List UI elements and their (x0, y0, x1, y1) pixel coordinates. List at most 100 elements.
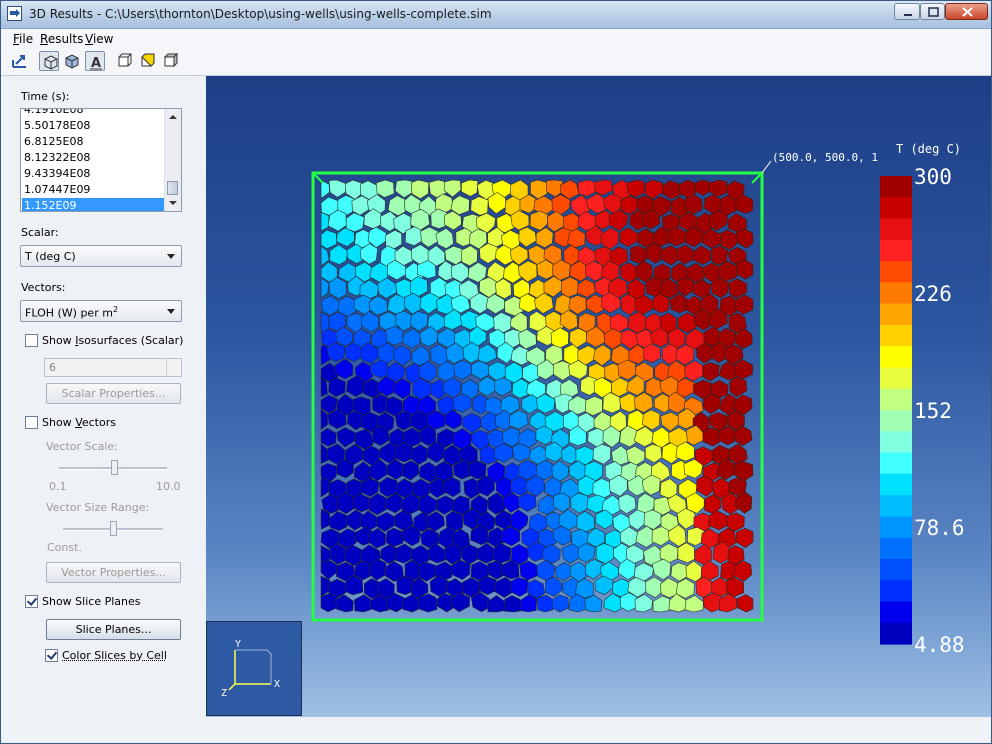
vector-size-range-label: Vector Size Range: (46, 501, 150, 514)
show-isosurfaces-checkbox[interactable] (25, 334, 38, 347)
mesh-cell (577, 543, 596, 563)
vectors-select-value: FLOH (W) per m2 (25, 305, 119, 320)
close-icon (962, 7, 973, 17)
time-list-item[interactable]: 5.50178E08 (22, 118, 166, 134)
time-list[interactable]: 4.1910E08 5.50178E08 6.8125E08 8.12322E08 9.… (20, 108, 182, 212)
view-front-icon (118, 53, 132, 67)
vectors-select[interactable]: FLOH (W) per m2 (20, 300, 182, 322)
minimize-button[interactable] (894, 3, 920, 20)
show-vectors-label: Show Vectors (42, 416, 116, 429)
time-list-item[interactable]: 6.8125E08 (22, 134, 166, 150)
mesh-cell (585, 395, 603, 417)
view-side-button[interactable] (138, 51, 158, 71)
mesh-cell (585, 559, 603, 580)
mesh-cell (644, 443, 663, 464)
title-bar[interactable]: 3D Results - C:\Users\thornton\Desktop\u… (1, 1, 991, 29)
mesh-cell (618, 493, 637, 515)
scalar-properties-button[interactable]: Scalar Properties... (46, 383, 181, 404)
scroll-thumb[interactable] (167, 181, 178, 195)
toolbar: A (1, 48, 991, 76)
view-front-button[interactable] (115, 51, 135, 71)
mesh-cell (476, 542, 497, 564)
color-legend-tick: 300 (914, 165, 952, 189)
text-label-icon: A (90, 56, 102, 71)
mesh-cell (320, 211, 330, 232)
mesh-cell (620, 592, 638, 612)
vector-scale-min: 0.1 (49, 480, 67, 493)
mesh-cell (536, 594, 554, 613)
time-list-item[interactable]: 1.07447E09 (22, 182, 166, 198)
mesh-cell (735, 194, 754, 214)
show-isosurfaces-label: Show Isosurfaces (Scalar) (42, 334, 184, 347)
mesh-cell (594, 179, 613, 196)
view-top-button[interactable] (161, 51, 181, 71)
time-list-item[interactable]: 4.1910E08 (22, 109, 166, 118)
temperature-mesh-plot[interactable] (206, 76, 991, 717)
mesh-cell (401, 328, 421, 349)
mesh-cell (420, 226, 439, 248)
wireframe-cube-icon (44, 55, 58, 70)
axis-y-label: Y (235, 639, 241, 650)
vector-size-const: Const. (47, 541, 82, 554)
slice-planes-button[interactable]: Slice Planes... (46, 619, 181, 640)
time-list-item[interactable]: 8.12322E08 (22, 150, 166, 166)
menu-view[interactable]: View (85, 32, 113, 46)
maximize-button[interactable] (920, 3, 945, 20)
export-button[interactable] (10, 51, 30, 71)
close-button[interactable] (945, 3, 988, 20)
color-slices-label: Color Slices by Cell (62, 649, 167, 662)
scroll-down-arrow-icon[interactable] (169, 201, 177, 205)
color-legend-swatch (880, 346, 912, 369)
vector-size-range-slider[interactable] (110, 521, 117, 536)
vector-properties-button[interactable]: Vector Properties... (46, 562, 181, 583)
mesh-cell (328, 179, 347, 198)
mesh-cell (708, 179, 728, 198)
mesh-cell (368, 295, 388, 316)
time-label: Time (s): (21, 90, 70, 103)
mesh-cell (553, 360, 571, 381)
mesh-cell (629, 245, 648, 264)
time-list-scrollbar[interactable] (164, 109, 181, 211)
mesh-cell (684, 594, 704, 613)
mesh-cell (385, 527, 404, 547)
mesh-cell (600, 227, 620, 250)
mesh-cell (336, 427, 356, 448)
color-legend-swatch (880, 218, 912, 241)
menu-results[interactable]: Results (40, 32, 83, 46)
color-legend-tick: 78.6 (914, 516, 965, 540)
vector-scale-label: Vector Scale: (46, 440, 118, 453)
scroll-up-arrow-icon[interactable] (169, 115, 177, 119)
scalar-select-value: T (deg C) (25, 250, 76, 263)
mesh-cell (584, 260, 603, 282)
text-label-button[interactable]: A (85, 51, 105, 71)
show-vectors-checkbox[interactable] (25, 416, 38, 429)
mesh-cell (345, 212, 365, 233)
mesh-cell (510, 576, 529, 597)
scalar-select[interactable]: T (deg C) (20, 245, 182, 267)
color-legend-swatch (880, 239, 912, 262)
mesh-cell (467, 459, 487, 480)
isosurface-count-spinner[interactable]: 6 (44, 358, 182, 377)
solid-view-button[interactable] (62, 51, 82, 71)
menu-file[interactable]: File (13, 32, 33, 46)
mesh-cell (736, 594, 754, 613)
chevron-down-icon (167, 309, 175, 314)
wireframe-view-button[interactable] (39, 51, 59, 71)
axis-z-label: Z (221, 688, 227, 699)
mesh-cell (652, 595, 671, 613)
color-legend-swatch (880, 537, 912, 560)
mesh-cell (708, 210, 729, 231)
time-list-item[interactable]: 9.43394E08 (22, 166, 166, 182)
vector-scale-slider[interactable] (111, 460, 118, 475)
color-legend-swatch (880, 495, 912, 517)
mesh-cell (684, 360, 705, 382)
color-slices-checkbox[interactable] (45, 649, 58, 662)
time-list-item[interactable]: 1.152E09 (22, 198, 166, 211)
color-legend-swatch (880, 580, 912, 603)
show-slice-planes-checkbox[interactable] (25, 595, 38, 608)
mesh-cell (592, 443, 611, 465)
mesh-cell (320, 229, 338, 250)
3d-viewport[interactable]: (500.0, 500.0, 1 T (deg C) 300 226 152 7… (206, 76, 991, 717)
color-legend-swatch (880, 176, 912, 198)
spinner-arrows-icon[interactable] (166, 359, 181, 376)
